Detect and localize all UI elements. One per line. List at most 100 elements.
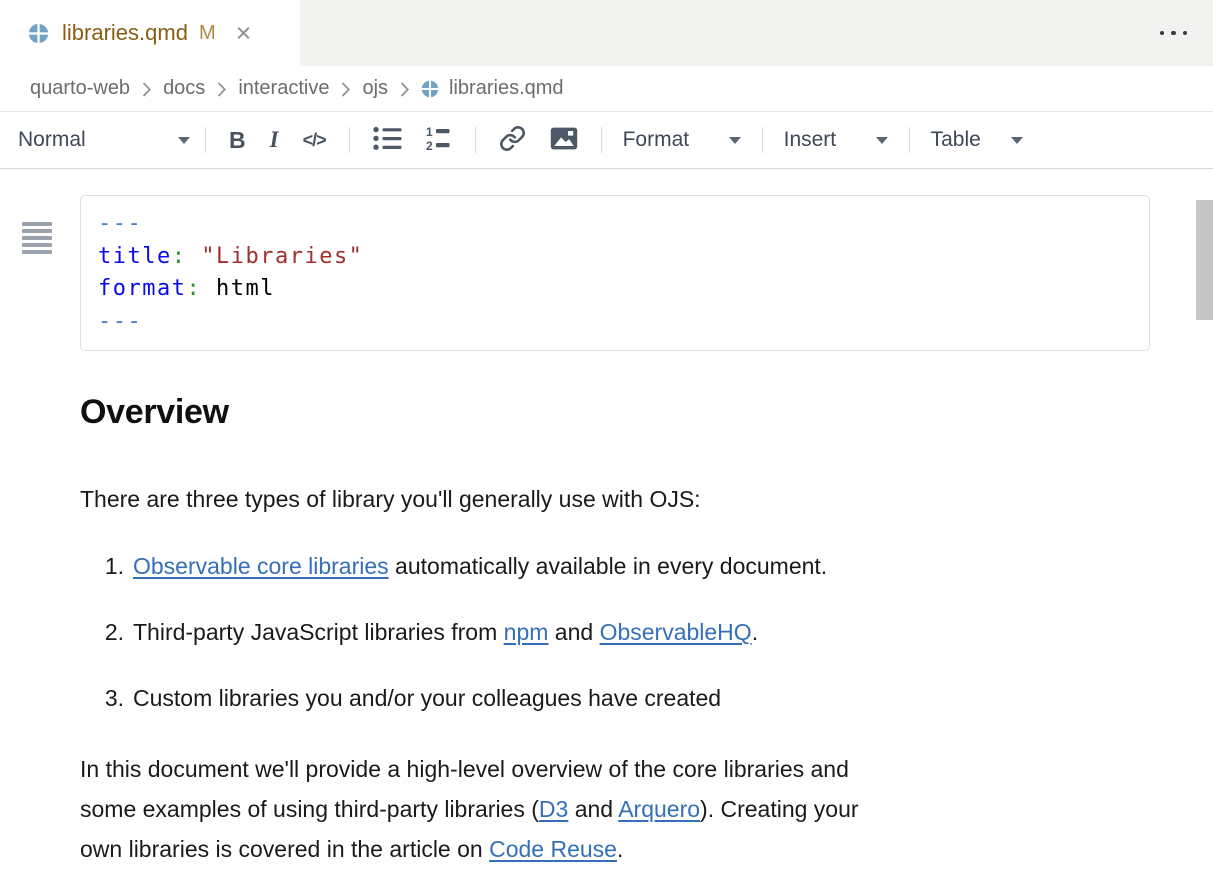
text-run: and (568, 796, 618, 822)
heading-overview: Overview (80, 391, 1213, 433)
quarto-file-icon (421, 80, 439, 98)
text-run: Custom libraries you and/or your colleag… (133, 685, 721, 711)
formatting-toolbar: Normal B I </> 1 2 (0, 112, 1213, 169)
insert-menu[interactable]: Insert (780, 128, 892, 152)
toolbar-divider (909, 127, 910, 153)
bullet-list-icon (373, 126, 402, 154)
modified-badge: M (199, 22, 216, 45)
breadcrumb: quarto-web docs interactive ojs librarie… (0, 66, 1213, 112)
text-run: Third-party JavaScript libraries from (133, 619, 504, 645)
paragraph-style-dropdown[interactable]: Normal (14, 128, 194, 152)
text-run: automatically available in every documen… (389, 553, 828, 579)
italic-icon: I (270, 127, 279, 153)
table-menu-label: Table (931, 128, 981, 152)
code-icon: </> (303, 130, 326, 151)
chevron-right-icon (399, 81, 410, 98)
format-menu[interactable]: Format (619, 128, 745, 152)
bold-icon: B (229, 127, 246, 154)
list-item-text: Third-party JavaScript libraries from np… (133, 612, 758, 652)
chevron-right-icon (141, 81, 152, 98)
scrollbar-thumb[interactable] (1196, 200, 1213, 320)
text-run: some examples of using third-party libra… (80, 796, 539, 822)
bullet-list-button[interactable] (361, 126, 414, 154)
insert-menu-label: Insert (784, 128, 837, 152)
visual-editor-surface[interactable]: --- title: "Libraries" format: html --- … (0, 195, 1213, 889)
ordered-list: 1. Observable core libraries automatical… (0, 546, 1213, 718)
text-run: "Libraries" (201, 244, 363, 269)
toolbar-divider (601, 127, 602, 153)
list-item: 1. Observable core libraries automatical… (80, 546, 1213, 586)
image-button[interactable] (538, 127, 590, 153)
italic-button[interactable]: I (258, 127, 291, 153)
bold-button[interactable]: B (217, 127, 258, 154)
link[interactable]: npm (504, 619, 549, 645)
breadcrumb-item-docs[interactable]: docs (163, 77, 205, 100)
text-run: format (98, 276, 186, 301)
breadcrumb-item-quarto-web[interactable]: quarto-web (30, 77, 130, 100)
image-icon (550, 127, 578, 153)
list-item-number: 3. (80, 678, 124, 718)
text-run: own libraries is covered in the article … (80, 836, 489, 862)
tab-title: libraries.qmd (62, 20, 188, 46)
link[interactable]: Code Reuse (489, 836, 617, 862)
yaml-line: --- (98, 306, 1132, 339)
more-actions-icon[interactable] (1160, 0, 1188, 66)
list-item-number: 2. (80, 612, 124, 652)
link[interactable]: D3 (539, 796, 568, 822)
svg-text:1: 1 (426, 126, 433, 139)
link-icon (499, 125, 526, 155)
toolbar-divider (762, 127, 763, 153)
paragraph-style-value: Normal (18, 128, 86, 152)
text-run: html (201, 276, 275, 301)
text-run: : (172, 244, 187, 269)
list-item: 3. Custom libraries you and/or your coll… (80, 678, 1213, 718)
text-run (186, 244, 201, 269)
text-run: . (617, 836, 623, 862)
list-item-text: Observable core libraries automatically … (133, 546, 827, 586)
text-run: : (186, 276, 201, 301)
chevron-right-icon (216, 81, 227, 98)
toolbar-divider (349, 127, 350, 153)
text-run: --- (98, 309, 142, 334)
text-run: title (98, 244, 172, 269)
code-button[interactable]: </> (291, 130, 338, 151)
numbered-list-button[interactable]: 1 2 (414, 126, 464, 155)
closing-paragraph: In this document we'll provide a high-le… (80, 749, 1110, 869)
breadcrumb-item-interactive[interactable]: interactive (238, 77, 329, 100)
breadcrumb-item-file[interactable]: libraries.qmd (449, 77, 563, 100)
text-run: ). Creating your (700, 796, 859, 822)
quarto-file-icon (28, 23, 49, 44)
format-menu-label: Format (623, 128, 690, 152)
list-item-text: Custom libraries you and/or your colleag… (133, 678, 721, 718)
close-tab-icon[interactable]: × (236, 20, 252, 47)
breadcrumb-item-ojs[interactable]: ojs (362, 77, 388, 100)
block-drag-handle-icon[interactable] (22, 222, 52, 257)
yaml-line: title: "Libraries" (98, 241, 1132, 274)
tab-libraries-qmd[interactable]: libraries.qmd M × (0, 0, 300, 66)
tab-bar: libraries.qmd M × (0, 0, 1213, 66)
yaml-line: format: html (98, 273, 1132, 306)
link[interactable]: ObservableHQ (600, 619, 752, 645)
chevron-down-icon (1011, 137, 1023, 144)
yaml-front-matter-block[interactable]: --- title: "Libraries" format: html --- (80, 195, 1150, 351)
table-menu[interactable]: Table (927, 128, 1027, 152)
link[interactable]: Arquero (618, 796, 700, 822)
text-run: --- (98, 211, 142, 236)
text-run: and (548, 619, 599, 645)
text-run: . (752, 619, 758, 645)
numbered-list-icon: 1 2 (426, 126, 452, 155)
intro-paragraph: There are three types of library you'll … (80, 479, 1110, 519)
list-item-number: 1. (80, 546, 124, 586)
svg-text:2: 2 (426, 139, 433, 152)
list-item: 2. Third-party JavaScript libraries from… (80, 612, 1213, 652)
yaml-line: --- (98, 208, 1132, 241)
toolbar-divider (205, 127, 206, 153)
chevron-right-icon (340, 81, 351, 98)
chevron-down-icon (178, 137, 190, 144)
toolbar-divider (475, 127, 476, 153)
chevron-down-icon (876, 137, 888, 144)
chevron-down-icon (729, 137, 741, 144)
text-run: In this document we'll provide a high-le… (80, 756, 849, 782)
link-button[interactable] (487, 125, 538, 155)
link[interactable]: Observable core libraries (133, 553, 389, 579)
